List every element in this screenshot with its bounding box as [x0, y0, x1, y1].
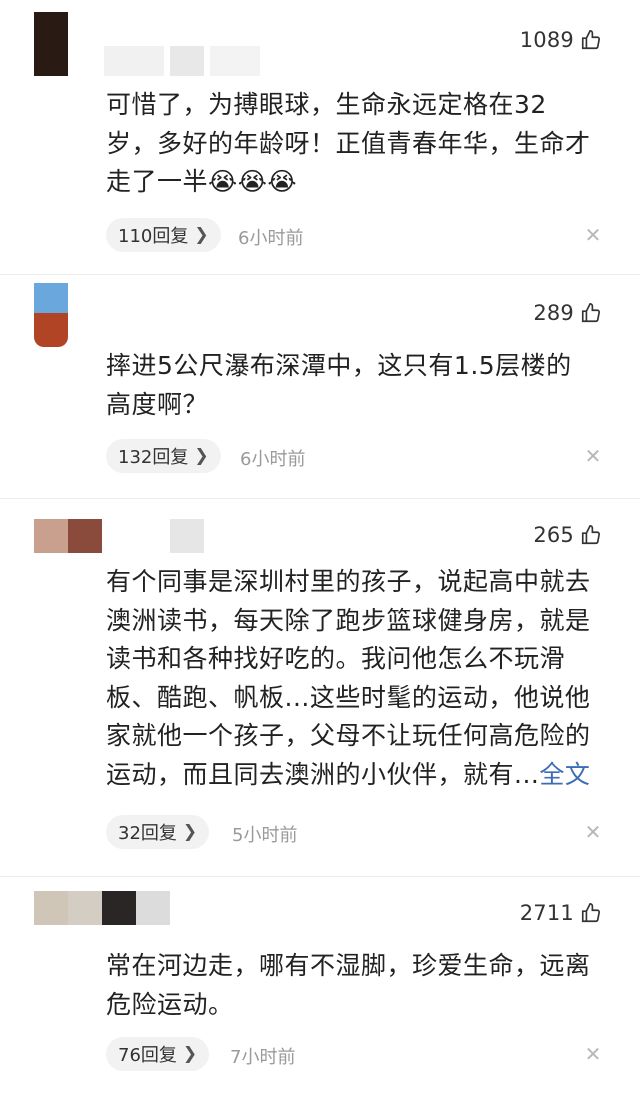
comment-text: 常在河边走，哪有不湿脚，珍爱生命，远离 危险运动。 — [106, 947, 626, 1024]
comment-line: 运动，而且同去澳洲的小伙伴，就有...全文 — [106, 756, 626, 795]
avatar[interactable] — [34, 12, 68, 76]
timestamp: 6小时前 — [238, 228, 304, 249]
truncated-text: 运动，而且同去澳洲的小伙伴，就有... — [106, 759, 540, 789]
comment-line: 读书和各种找好吃的。我问他怎么不玩滑 — [106, 644, 566, 673]
timestamp: 6小时前 — [240, 449, 306, 470]
like-number: 2711 — [519, 901, 574, 925]
reply-label: 132回复 — [118, 447, 189, 468]
avatar[interactable] — [34, 519, 102, 553]
comment-item: 2711 常在河边走，哪有不湿脚，珍爱生命，远离 危险运动。 76回复 ❯ 7小… — [0, 877, 640, 1096]
timestamp: 7小时前 — [230, 1047, 296, 1068]
close-icon[interactable]: ✕ — [584, 1044, 602, 1064]
thumbs-up-icon[interactable] — [580, 902, 602, 924]
username-placeholder — [170, 519, 204, 553]
reply-label: 76回复 — [118, 1045, 177, 1066]
full-text-link[interactable]: 全文 — [539, 760, 590, 789]
username-placeholder — [104, 46, 260, 76]
comment-text: 可惜了，为搏眼球，生命永远定格在32 岁，多好的年龄呀！正值青春年华，生命才 走… — [106, 86, 626, 202]
comment-text: 有个同事是深圳村里的孩子，说起高中就去 澳洲读书，每天除了跑步篮球健身房，就是 … — [106, 563, 626, 794]
like-number: 265 — [533, 523, 574, 547]
comment-text: 摔进5公尺瀑布深潭中，这只有1.5层楼的 高度啊？ — [106, 347, 626, 424]
comment-line: 危险运动。 — [106, 989, 234, 1019]
like-count[interactable]: 265 — [533, 523, 602, 547]
like-count[interactable]: 1089 — [520, 28, 602, 52]
thumbs-up-icon[interactable] — [580, 524, 602, 546]
avatar[interactable] — [34, 891, 170, 925]
chevron-right-icon: ❯ — [182, 822, 198, 842]
close-icon[interactable]: ✕ — [584, 225, 602, 245]
comment-line: 摔进5公尺瀑布深潭中，这只有1.5层楼的 — [106, 351, 572, 380]
comment-item: 289 摔进5公尺瀑布深潭中，这只有1.5层楼的 高度啊？ 132回复 ❯ 6小… — [0, 275, 640, 498]
avatar[interactable] — [34, 283, 68, 347]
chevron-right-icon: ❯ — [194, 225, 209, 245]
reply-button[interactable]: 132回复 ❯ — [106, 439, 221, 473]
comment-line: 可惜了，为搏眼球，生命永远定格在32 — [106, 90, 547, 119]
reply-label: 32回复 — [118, 823, 177, 844]
comment-line: 岁，多好的年龄呀！正值青春年华，生命才 — [106, 128, 591, 158]
thumbs-up-icon[interactable] — [580, 302, 602, 324]
like-count[interactable]: 2711 — [520, 901, 602, 925]
like-number: 289 — [533, 301, 574, 325]
comment-item: 1089 可惜了，为搏眼球，生命永远定格在32 岁，多好的年龄呀！正值青春年华，… — [0, 0, 640, 275]
comment-line: 常在河边走，哪有不湿脚，珍爱生命，远离 — [106, 951, 591, 980]
comment-line: 走了一半😭😭😭 — [106, 167, 298, 196]
comment-line: 有个同事是深圳村里的孩子，说起高中就去 — [106, 567, 591, 596]
chevron-right-icon: ❯ — [194, 446, 209, 466]
comment-line: 高度啊？ — [106, 389, 209, 419]
like-count[interactable]: 289 — [533, 301, 602, 325]
reply-label: 110回复 — [118, 226, 189, 247]
comment-line: 板、酷跑、帆板...这些时髦的运动，他说他 — [106, 682, 591, 712]
comment-line: 澳洲读书，每天除了跑步篮球健身房，就是 — [106, 605, 591, 635]
close-icon[interactable]: ✕ — [584, 446, 602, 466]
reply-button[interactable]: 32回复 ❯ — [106, 815, 210, 849]
close-icon[interactable]: ✕ — [584, 822, 602, 842]
reply-button[interactable]: 110回复 ❯ — [106, 218, 221, 252]
timestamp: 5小时前 — [232, 825, 298, 846]
comment-item: 265 有个同事是深圳村里的孩子，说起高中就去 澳洲读书，每天除了跑步篮球健身房… — [0, 499, 640, 876]
reply-button[interactable]: 76回复 ❯ — [106, 1037, 210, 1071]
thumbs-up-icon[interactable] — [580, 29, 602, 51]
comment-line: 家就他一个孩子，父母不让玩任何高危险的 — [106, 721, 591, 750]
chevron-right-icon: ❯ — [182, 1044, 198, 1064]
like-number: 1089 — [519, 28, 574, 52]
